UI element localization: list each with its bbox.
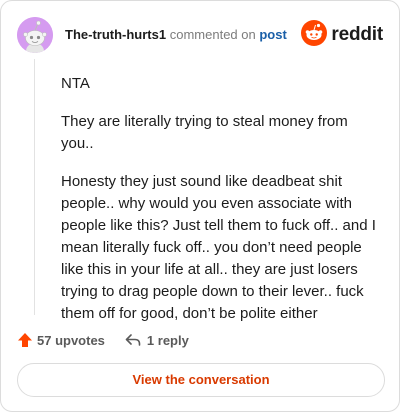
comment-header: The-truth-hurts1 commented on post reddi xyxy=(17,17,383,53)
author-line: The-truth-hurts1 commented on post xyxy=(65,27,287,42)
reply-count: 1 reply xyxy=(146,332,189,348)
reply-arrow-icon xyxy=(125,332,141,348)
author-name[interactable]: The-truth-hurts1 xyxy=(65,27,166,42)
reddit-wordmark: reddit xyxy=(331,24,383,45)
comment-card: The-truth-hurts1 commented on post reddi xyxy=(0,0,400,412)
comment-paragraph: NTA xyxy=(61,75,90,92)
comment-actions: 57 upvotes 1 reply xyxy=(17,330,189,350)
comment-paragraph: Honesty they just sound like deadbeat sh… xyxy=(61,173,376,322)
thread-line xyxy=(34,59,35,315)
comment-body: NTA They are literally trying to steal m… xyxy=(61,73,381,341)
reddit-logo-icon xyxy=(301,19,328,51)
comment-paragraph: They are literally trying to steal money… xyxy=(61,113,348,152)
reply-action[interactable]: 1 reply xyxy=(125,332,189,348)
commented-on-text: commented on xyxy=(169,27,256,42)
snoo-avatar-icon[interactable] xyxy=(17,17,53,53)
reddit-logo[interactable]: reddit xyxy=(301,19,383,51)
post-link[interactable]: post xyxy=(259,27,286,42)
upvote-count: 57 upvotes xyxy=(37,332,105,348)
upvote-arrow-icon[interactable] xyxy=(17,332,33,348)
upvote-action[interactable]: 57 upvotes xyxy=(17,332,105,348)
view-conversation-button[interactable]: View the conversation xyxy=(17,363,385,397)
